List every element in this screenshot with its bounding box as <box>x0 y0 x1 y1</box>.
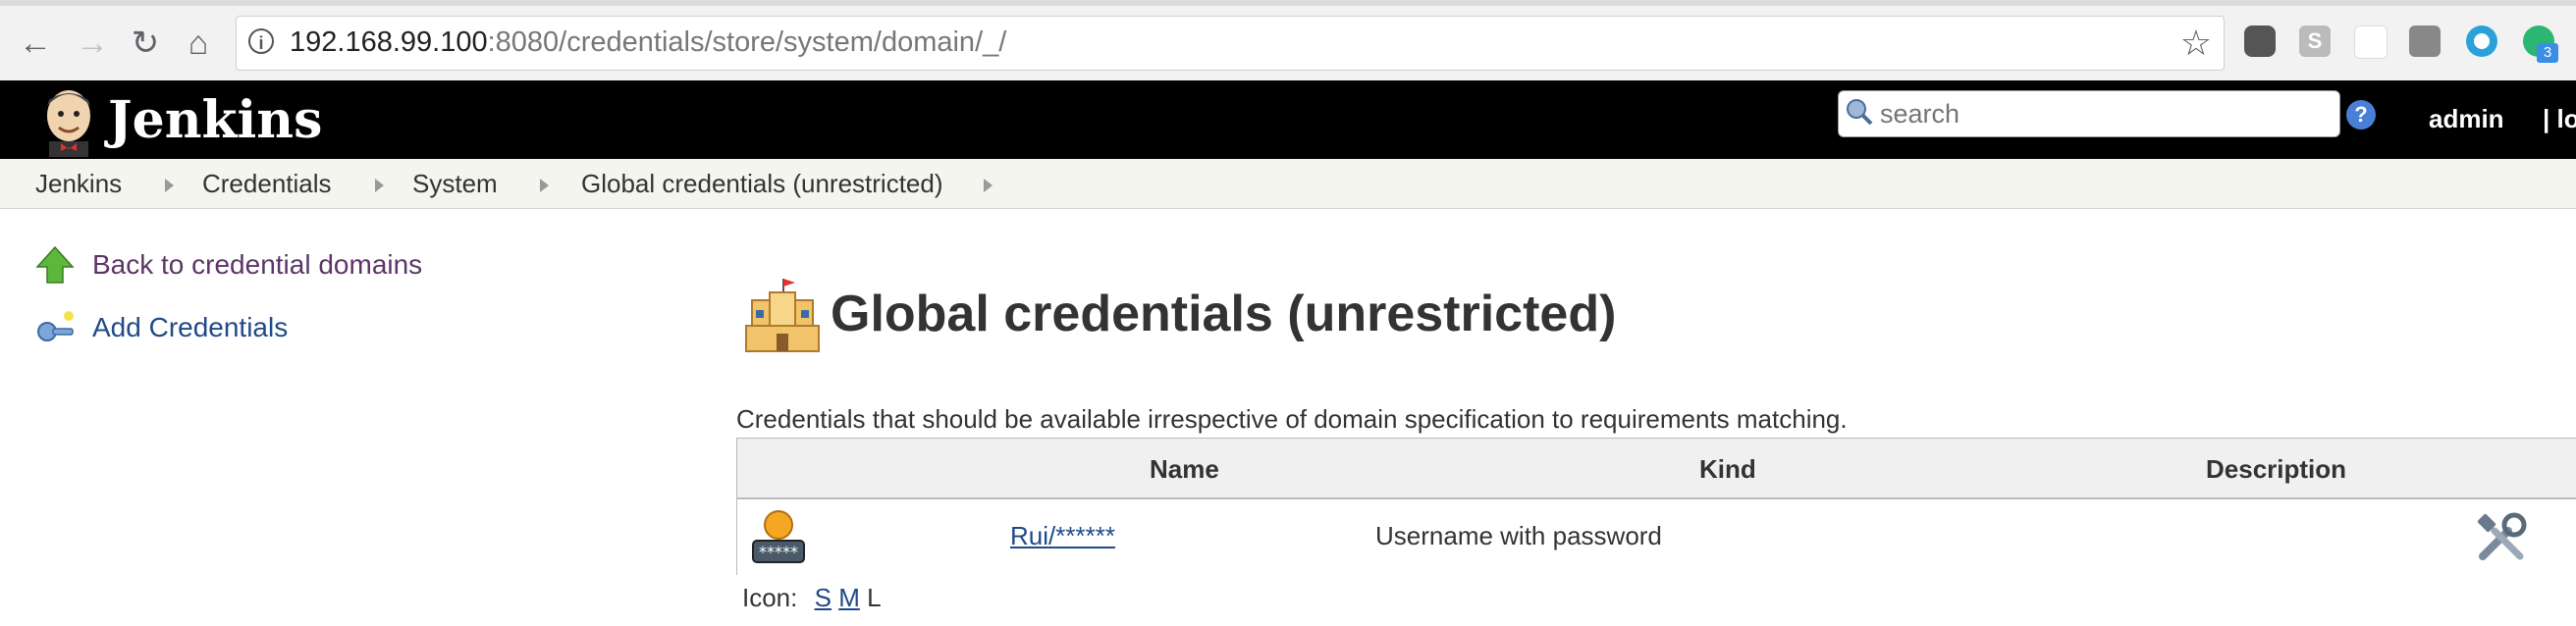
table-header: Name Kind Description <box>737 439 2576 499</box>
column-header-kind[interactable]: Kind <box>1699 454 1756 485</box>
icon-size-small-link[interactable]: S <box>815 583 832 612</box>
pocket-extension-icon[interactable] <box>2244 26 2276 57</box>
browser-toolbar: ← → ↻ ⌂ i 192.168.99.100:8080/credential… <box>0 0 2576 81</box>
url-text[interactable]: 192.168.99.100:8080/credentials/store/sy… <box>290 26 1006 59</box>
bookmark-star-icon[interactable]: ☆ <box>2180 23 2212 64</box>
search-box[interactable] <box>1838 90 2340 137</box>
home-icon[interactable]: ⌂ <box>175 20 222 67</box>
forward-arrow-icon[interactable]: → <box>69 20 116 67</box>
castle-icon <box>745 279 820 352</box>
key-icon <box>37 311 74 341</box>
column-header-name[interactable]: Name <box>1150 454 1219 485</box>
search-icon <box>1847 99 1873 126</box>
table-row: ***** Rui/****** Username with password <box>737 499 2576 576</box>
url-path: :8080/credentials/store/system/domain/_/ <box>487 26 1007 58</box>
breadcrumb-credentials[interactable]: Credentials <box>202 169 332 199</box>
credentials-table: Name Kind Description ***** Rui/****** U… <box>736 438 2576 576</box>
svg-text:*****: ***** <box>759 543 798 561</box>
extension-badge: 3 <box>2537 43 2558 63</box>
grey-extension-icon[interactable] <box>2409 26 2441 57</box>
circle-extension-icon[interactable] <box>2466 26 2497 57</box>
address-bar[interactable]: i 192.168.99.100:8080/credentials/store/… <box>236 16 2225 71</box>
jenkins-header: Jenkins ? admin | lo <box>0 80 2576 159</box>
s-extension-icon[interactable]: S <box>2299 26 2331 57</box>
breadcrumb: Jenkins Credentials System Global creden… <box>0 159 2576 209</box>
breadcrumb-jenkins[interactable]: Jenkins <box>35 169 122 199</box>
breadcrumb-global-credentials[interactable]: Global credentials (unrestricted) <box>581 169 943 199</box>
user-password-credential-icon: ***** <box>752 510 805 563</box>
url-host: 192.168.99.100 <box>290 26 488 58</box>
jenkins-title[interactable]: Jenkins <box>108 90 322 150</box>
page-title: Global credentials (unrestricted) <box>831 286 1617 342</box>
info-icon[interactable]: i <box>248 28 274 54</box>
help-icon[interactable]: ? <box>2346 100 2376 130</box>
credential-name-link[interactable]: Rui/****** <box>1010 521 1115 551</box>
icon-size-medium-link[interactable]: M <box>838 583 860 612</box>
user-link[interactable]: admin <box>2429 104 2504 134</box>
icon-size-selector: Icon: S M L <box>742 583 882 613</box>
add-credentials-link[interactable]: Add Credentials <box>92 312 288 343</box>
back-to-domains-link[interactable]: Back to credential domains <box>92 249 422 281</box>
page-description: Credentials that should be available irr… <box>736 404 1848 434</box>
breadcrumb-system[interactable]: System <box>412 169 498 199</box>
up-arrow-icon <box>35 245 75 284</box>
back-arrow-icon[interactable]: ← <box>12 20 59 67</box>
jenkins-butler-icon[interactable] <box>35 86 102 157</box>
reload-icon[interactable]: ↻ <box>122 20 169 67</box>
column-header-description[interactable]: Description <box>2206 454 2346 485</box>
logout-link[interactable]: | lo <box>2543 104 2576 134</box>
tab-strip <box>0 0 2576 6</box>
breadcrumb-arrow-icon[interactable] <box>984 179 993 192</box>
credential-kind: Username with password <box>1375 521 1662 550</box>
icon-size-large-current: L <box>867 583 882 612</box>
configure-tools-icon[interactable] <box>2473 509 2530 566</box>
breadcrumb-arrow-icon[interactable] <box>165 179 174 192</box>
breadcrumb-arrow-icon[interactable] <box>540 179 549 192</box>
icon-size-label: Icon: <box>742 583 798 612</box>
search-input[interactable] <box>1878 95 2334 132</box>
breadcrumb-arrow-icon[interactable] <box>375 179 384 192</box>
blank-extension-icon[interactable] <box>2354 26 2388 59</box>
